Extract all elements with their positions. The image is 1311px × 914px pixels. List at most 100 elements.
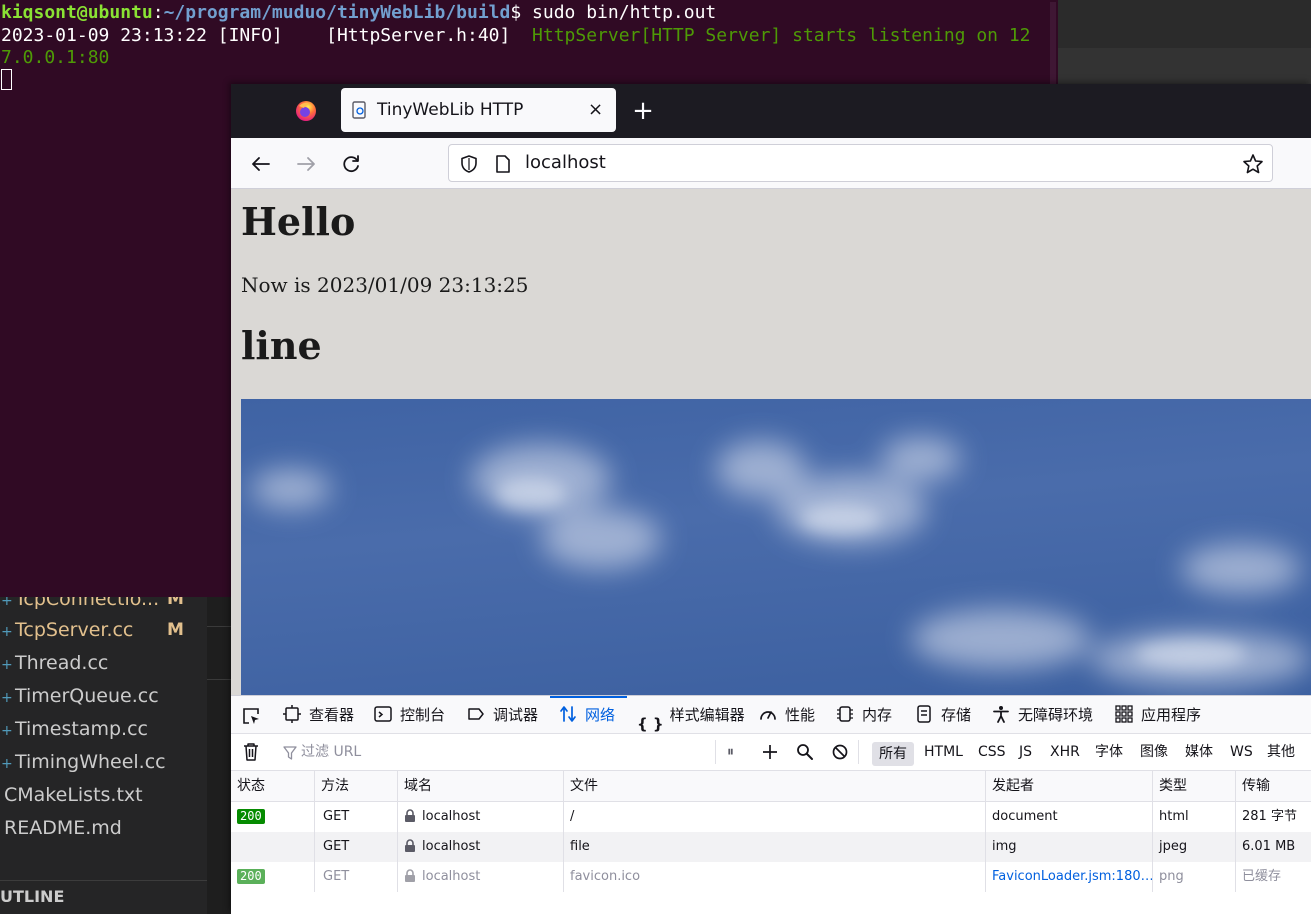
desktop: + TcpConnectio... M + TcpServer.cc M + Thread… [0, 0, 1311, 914]
devtools-tab-inspector[interactable]: 查看器 [283, 696, 354, 734]
bookmark-star-icon[interactable] [1242, 153, 1264, 175]
explorer-file-item[interactable]: + TcpServer.cc M [0, 614, 207, 647]
cpp-file-icon: + [1, 756, 13, 772]
editor-strip [207, 586, 231, 914]
filter-url-input[interactable]: 过滤 URL [301, 734, 361, 770]
request-file: file [563, 832, 985, 862]
network-arrows-icon [560, 706, 576, 722]
lock-icon [405, 868, 415, 882]
network-request-row[interactable]: 200 GET localhost / document html 281 字节 [231, 802, 1311, 832]
tab-close-button[interactable]: × [588, 88, 603, 132]
tab-bar: TinyWebLib HTTP × + [231, 84, 1311, 138]
explorer-file-item[interactable]: README.md [0, 812, 207, 845]
column-header-type[interactable]: 类型 [1152, 771, 1235, 801]
devtools-tab-memory[interactable]: 内存 [836, 696, 892, 734]
accessibility-person-icon [993, 706, 1009, 723]
explorer-file-item[interactable]: + TimerQueue.cc [0, 680, 207, 713]
explorer-file-item[interactable]: + Thread.cc [0, 647, 207, 680]
element-picker-icon[interactable] [241, 706, 261, 726]
debugger-icon [468, 708, 484, 720]
column-header-initiator[interactable]: 发起者 [985, 771, 1152, 801]
tab-label: 性能 [785, 706, 816, 724]
tab-label: 无障碍环境 [1018, 706, 1094, 724]
devtools-tab-style-editor[interactable]: { } 样式编辑器 [637, 696, 745, 734]
modified-badge: M [167, 620, 184, 640]
plus-icon[interactable] [762, 744, 778, 760]
file-name: TimerQueue.cc [15, 685, 159, 707]
filter-type-js[interactable]: JS [1019, 734, 1032, 770]
log-prefix: 2023-01-09 23:13:22 [INFO] [HttpServer.h… [1, 24, 533, 46]
devtools-tab-console[interactable]: 控制台 [374, 696, 445, 734]
toolbar-divider [858, 740, 859, 764]
background-window-band [1058, 48, 1311, 84]
filter-type-all[interactable]: 所有 [872, 742, 914, 766]
prompt-user: kiqsont@ubuntu [1, 2, 153, 23]
network-toolbar: 过滤 URL ⏸ 所有 HTML CSS JS XHR 字体 图像 媒体 WS … [231, 734, 1311, 771]
devtools-tab-performance[interactable]: 性能 [759, 696, 815, 734]
request-status-cell [231, 832, 314, 862]
reload-icon[interactable] [337, 150, 365, 178]
devtools-panel: 查看器 控制台 调试器 网络 { } 样式编辑器 性能 内存 存储 无障碍环境 应… [231, 695, 1311, 914]
request-initiator-link[interactable]: FaviconLoader.jsm:180… [985, 862, 1152, 892]
request-domain: localhost [422, 839, 481, 854]
tab-label: 存储 [941, 706, 972, 724]
explorer-file-item[interactable]: + TimingWheel.cc [0, 746, 207, 779]
firefox-window: TinyWebLib HTTP × + localhost Hello Now … [231, 84, 1311, 914]
network-request-row[interactable]: 200 GET localhost favicon.ico FaviconLoa… [231, 862, 1311, 892]
new-tab-button[interactable]: + [631, 94, 655, 128]
tab-label: 网络 [585, 706, 616, 724]
toolbar-divider [715, 740, 716, 764]
outline-section-header[interactable]: UTLINE [0, 880, 207, 914]
cpp-file-icon: + [1, 657, 13, 673]
page-heading-hello: Hello [241, 199, 356, 244]
explorer-file-item[interactable]: CMakeLists.txt [0, 779, 207, 812]
network-request-row[interactable]: GET localhost file img jpeg 6.01 MB [231, 832, 1311, 862]
filter-type-xhr[interactable]: XHR [1050, 734, 1080, 770]
request-file: favicon.ico [563, 862, 985, 892]
filter-type-ws[interactable]: WS [1230, 734, 1253, 770]
tab-label: 内存 [862, 706, 893, 724]
prompt-path: ~/program/muduo/tinyWebLib/build [163, 2, 511, 23]
firefox-logo-icon[interactable] [295, 100, 317, 122]
column-header-domain[interactable]: 域名 [397, 771, 563, 801]
browser-tab[interactable]: TinyWebLib HTTP × [341, 88, 616, 132]
cpp-file-icon: + [1, 690, 13, 706]
devtools-tab-storage[interactable]: 存储 [915, 696, 971, 734]
log-message: HttpServer[HTTP Server] starts listening… [532, 24, 1031, 46]
tracking-protection-shield-icon[interactable] [459, 154, 479, 174]
filter-type-html[interactable]: HTML [924, 734, 963, 770]
tab-label: 调试器 [493, 706, 539, 724]
devtools-tab-debugger[interactable]: 调试器 [467, 696, 538, 734]
filter-type-images[interactable]: 图像 [1140, 734, 1168, 770]
filter-funnel-icon [283, 746, 297, 760]
devtools-tab-accessibility[interactable]: 无障碍环境 [992, 696, 1093, 734]
filter-type-css[interactable]: CSS [978, 734, 1006, 770]
block-icon[interactable] [832, 744, 848, 760]
forward-arrow-icon[interactable] [292, 150, 320, 178]
page-heading-line: line [241, 323, 322, 368]
column-header-transferred[interactable]: 传输 [1235, 771, 1311, 801]
column-header-method[interactable]: 方法 [314, 771, 397, 801]
column-header-status[interactable]: 状态 [231, 771, 314, 801]
back-arrow-icon[interactable] [247, 150, 275, 178]
filter-type-media[interactable]: 媒体 [1185, 734, 1213, 770]
explorer-file-item[interactable]: + Timestamp.cc [0, 713, 207, 746]
cpp-file-icon: + [1, 624, 13, 640]
search-icon[interactable] [796, 743, 814, 761]
filter-type-other[interactable]: 其他 [1267, 734, 1295, 770]
column-header-file[interactable]: 文件 [563, 771, 985, 801]
editor-divider [207, 626, 231, 627]
filter-type-fonts[interactable]: 字体 [1095, 734, 1123, 770]
file-name: Thread.cc [15, 652, 109, 674]
current-time-text: Now is 2023/01/09 23:13:25 [241, 273, 529, 297]
trash-icon[interactable] [242, 742, 260, 762]
pause-icon[interactable]: ⏸ [727, 734, 734, 770]
devtools-tab-bar: 查看器 控制台 调试器 网络 { } 样式编辑器 性能 内存 存储 无障碍环境 应… [231, 696, 1311, 734]
url-text[interactable]: localhost [525, 145, 606, 181]
url-bar[interactable]: localhost [448, 144, 1273, 182]
devtools-tab-application[interactable]: 应用程序 [1115, 696, 1201, 734]
request-domain-cell: localhost [397, 802, 563, 832]
tab-label: 控制台 [400, 706, 446, 724]
devtools-tab-network[interactable]: 网络 [550, 696, 627, 734]
page-info-icon[interactable] [494, 154, 512, 174]
